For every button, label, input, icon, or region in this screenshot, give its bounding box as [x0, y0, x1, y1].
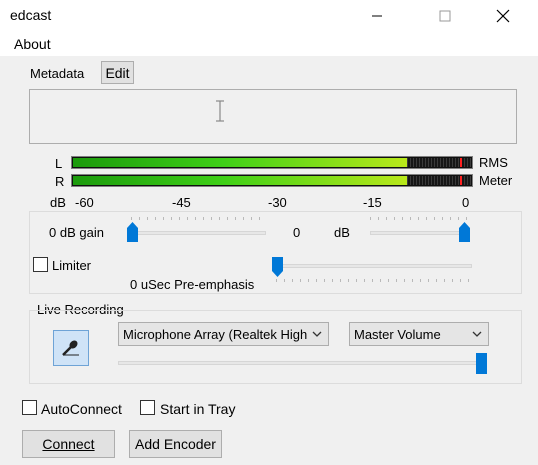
metadata-label: Metadata: [30, 66, 85, 81]
right-channel-label: R: [55, 174, 65, 189]
menu-bar: [0, 32, 538, 56]
db-scale-tick: -45: [172, 195, 191, 210]
rms-label: RMS: [479, 155, 508, 170]
volume-control-value: Master Volume: [354, 327, 441, 342]
text-cursor-icon: [216, 100, 224, 122]
db-scale-unit: dB: [50, 195, 66, 210]
right-slider-track[interactable]: [370, 231, 470, 235]
limiter-checkbox[interactable]: [33, 257, 48, 272]
volume-slider-thumb[interactable]: [476, 353, 487, 374]
volume-control-select[interactable]: Master Volume: [349, 322, 489, 346]
meter-peak-left: [460, 158, 462, 167]
gain-center-value: 0: [293, 225, 301, 240]
meter-fill-right: [73, 176, 407, 185]
gain-unit-label: dB: [334, 225, 350, 240]
preemphasis-slider-thumb[interactable]: [272, 257, 283, 277]
edcast-window: edcast About Metadata Edit L R RMS Meter…: [0, 0, 538, 465]
right-slider-ticks: [370, 217, 470, 220]
chevron-down-icon: [312, 331, 322, 337]
start-in-tray-checkbox[interactable]: [140, 400, 155, 415]
left-channel-label: L: [55, 156, 63, 171]
maximize-icon: [439, 10, 451, 22]
db-scale-tick: 0: [462, 195, 470, 210]
preemphasis-label: 0 uSec Pre-emphasis: [130, 277, 255, 292]
preemphasis-slider-track[interactable]: [276, 264, 472, 268]
gain-slider-ticks: [131, 217, 266, 220]
db-scale-tick: -30: [268, 195, 287, 210]
meter-peak-right: [460, 176, 462, 185]
maximize-button[interactable]: [422, 0, 468, 32]
db-scale-tick: -60: [75, 195, 94, 210]
menu-about[interactable]: About: [14, 36, 51, 52]
start-in-tray-label: Start in Tray: [160, 401, 236, 417]
add-encoder-button[interactable]: Add Encoder: [129, 430, 222, 458]
recording-device-value: Microphone Array (Realtek High: [123, 327, 308, 342]
meter-bar-right: [71, 174, 473, 187]
meter-bar-left: [71, 156, 473, 169]
autoconnect-checkbox[interactable]: [22, 400, 37, 415]
gain-value-label: 0 dB gain: [49, 225, 104, 240]
live-recording-toggle[interactable]: [53, 330, 89, 366]
recording-device-select[interactable]: Microphone Array (Realtek High: [118, 322, 329, 346]
connect-button[interactable]: Connect: [22, 430, 115, 458]
edit-metadata-button[interactable]: Edit: [101, 61, 134, 84]
minimize-button[interactable]: [354, 0, 400, 32]
minimize-icon: [372, 15, 382, 17]
microphone-icon: [62, 340, 79, 356]
gain-slider-thumb[interactable]: [127, 222, 138, 242]
db-scale-tick: -15: [363, 195, 382, 210]
connect-label: Connect: [42, 436, 95, 452]
meter-fill-left: [73, 158, 407, 167]
right-slider-thumb[interactable]: [459, 222, 470, 242]
title-bar: edcast: [0, 0, 538, 32]
autoconnect-label: AutoConnect: [41, 401, 122, 417]
limiter-label: Limiter: [52, 258, 92, 273]
close-button[interactable]: [480, 0, 526, 32]
preemphasis-slider-ticks: [276, 279, 472, 282]
close-icon: [496, 9, 510, 23]
gain-slider-track[interactable]: [131, 231, 266, 235]
volume-slider-track[interactable]: [118, 361, 487, 365]
meter-label: Meter: [479, 173, 513, 188]
chevron-down-icon: [472, 331, 482, 337]
metadata-text-box[interactable]: [29, 89, 517, 144]
window-title: edcast: [10, 7, 52, 23]
